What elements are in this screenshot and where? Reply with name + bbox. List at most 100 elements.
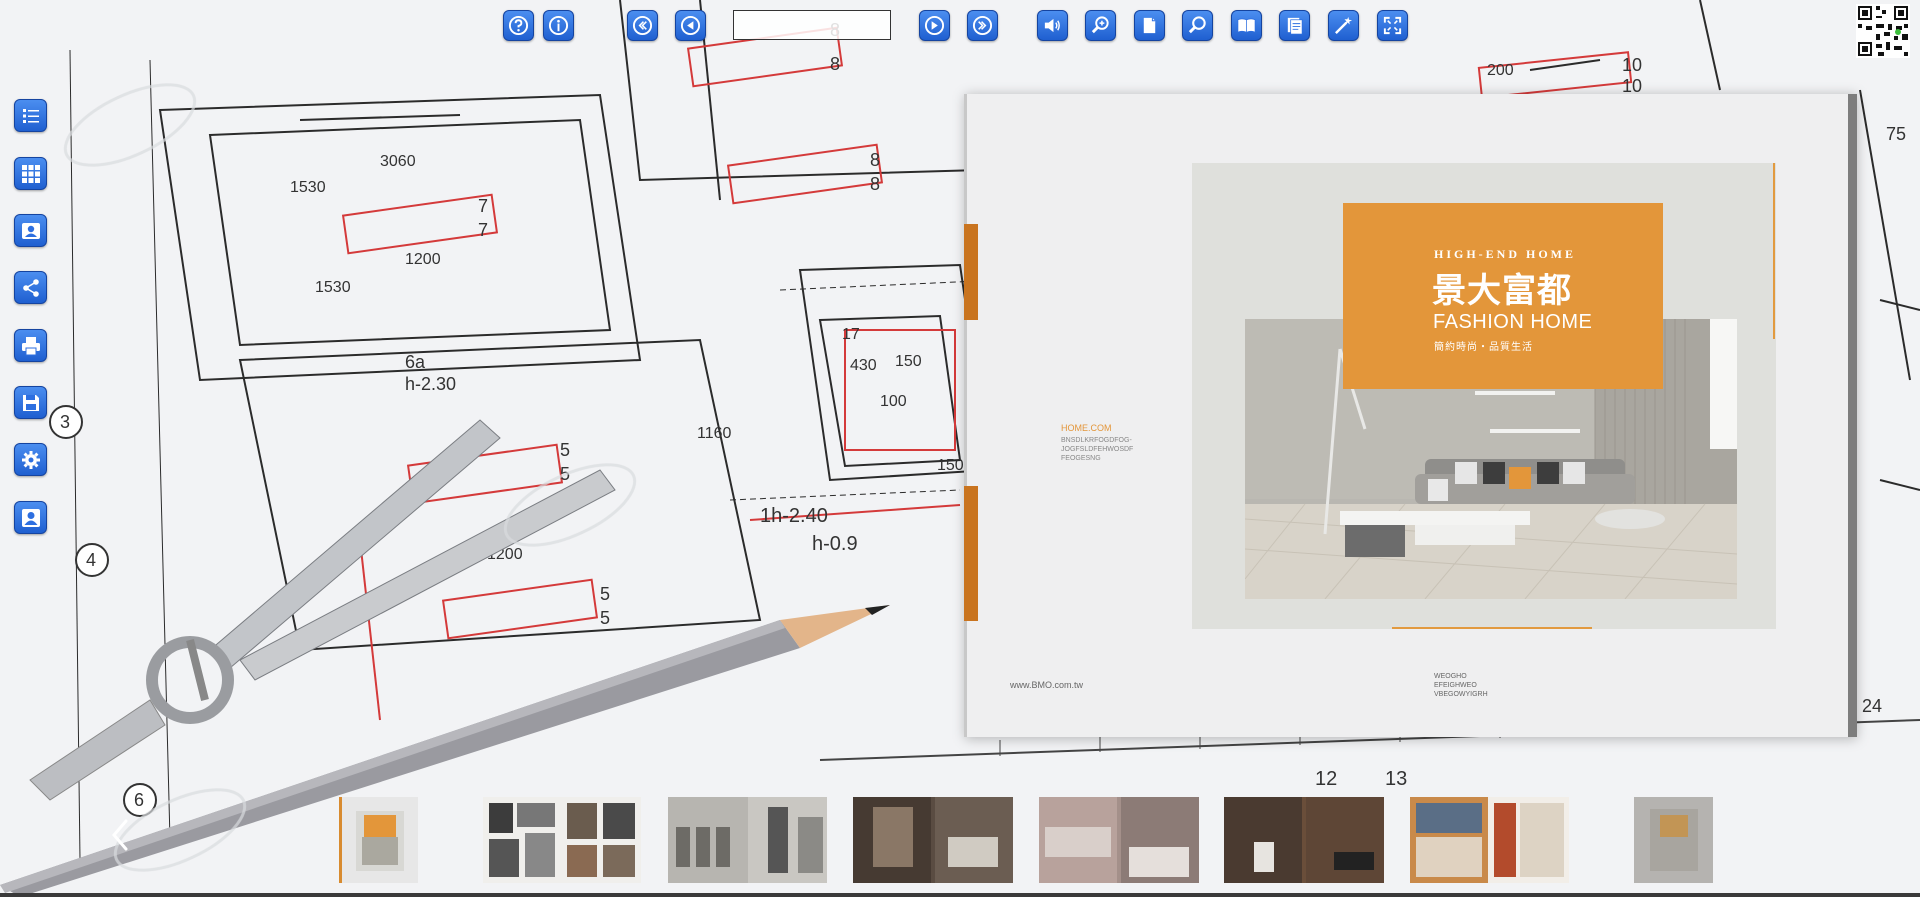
svg-text:17: 17 xyxy=(842,326,860,343)
filler-text-block: BNSDLKRFOGDFOG- JOGFSLDFEHWOSDF FEOGESNG xyxy=(1061,436,1133,463)
svg-text:5: 5 xyxy=(600,608,610,628)
bottom-edge-bar xyxy=(0,893,1920,897)
fullscreen-button[interactable] xyxy=(1377,10,1408,41)
svg-text:3: 3 xyxy=(60,412,70,432)
settings-button[interactable] xyxy=(14,443,47,476)
search-button[interactable] xyxy=(1182,10,1213,41)
svg-text:150: 150 xyxy=(937,457,964,474)
previous-page-icon xyxy=(680,15,701,36)
zoom-in-icon xyxy=(1091,16,1109,34)
thumbnail-page-12-13[interactable] xyxy=(1410,797,1569,883)
thumbnail-kitchen-image xyxy=(1039,797,1199,883)
svg-text:1160: 1160 xyxy=(697,425,732,442)
magic-wand-icon xyxy=(1335,16,1353,34)
sound-button[interactable] xyxy=(1037,10,1068,41)
cover-subtitle: HIGH-END HOME xyxy=(1434,247,1577,261)
cover-title-en: FASHION HOME xyxy=(1433,311,1593,333)
text-mode-button[interactable] xyxy=(1279,10,1310,41)
share-button[interactable] xyxy=(14,271,47,304)
cover-title: 景大富都 xyxy=(1432,272,1572,310)
svg-text:5: 5 xyxy=(560,440,570,460)
double-page-button[interactable] xyxy=(1231,10,1262,41)
website-url: www.BMO.com.tw xyxy=(1010,680,1084,690)
single-page-button[interactable] xyxy=(1134,10,1165,41)
svg-text:10: 10 xyxy=(1622,55,1642,75)
thumbnail-page-6-7[interactable] xyxy=(853,797,1013,883)
info-icon xyxy=(548,15,569,36)
footer-line: VBEGOWYIGRH xyxy=(1434,691,1488,698)
svg-text:100: 100 xyxy=(880,393,907,410)
svg-text:1530: 1530 xyxy=(315,279,351,296)
thumbnail-page-4-5[interactable] xyxy=(668,797,827,883)
search-icon xyxy=(1188,16,1206,34)
svg-text:12: 12 xyxy=(1315,768,1337,790)
thumbnail-back-cover-image xyxy=(1634,797,1713,883)
svg-text:10: 10 xyxy=(1622,76,1642,96)
about-button[interactable] xyxy=(543,10,574,41)
thumbnail-cover-image xyxy=(342,797,418,883)
svg-text:4: 4 xyxy=(86,550,96,570)
document-list-icon xyxy=(1287,17,1303,35)
user-button[interactable] xyxy=(14,501,47,534)
contact-card-icon xyxy=(21,222,40,239)
zoom-in-button[interactable] xyxy=(1085,10,1116,41)
svg-text:24: 24 xyxy=(1862,696,1882,716)
thumbnail-living-room-image xyxy=(853,797,1013,883)
thumbnail-bathroom-image xyxy=(1224,797,1384,883)
qr-code-image[interactable] xyxy=(1856,4,1910,58)
thumbnail-page-1[interactable] xyxy=(339,797,418,883)
svg-text:h-0.9: h-0.9 xyxy=(812,533,858,555)
last-page-icon xyxy=(972,15,993,36)
svg-text:h-2.30: h-2.30 xyxy=(405,374,456,394)
next-page-icon xyxy=(924,15,945,36)
svg-text:3060: 3060 xyxy=(380,153,416,170)
first-page-button[interactable] xyxy=(627,10,658,41)
svg-text:75: 75 xyxy=(1886,124,1906,144)
download-pdf-button[interactable] xyxy=(14,386,47,419)
home-com-label: HOME.COM xyxy=(1061,423,1112,433)
help-button[interactable] xyxy=(503,10,534,41)
svg-text:150: 150 xyxy=(895,353,922,370)
first-page-icon xyxy=(632,15,653,36)
svg-text:8: 8 xyxy=(870,174,880,194)
svg-text:5: 5 xyxy=(600,584,610,604)
print-button[interactable] xyxy=(14,329,47,362)
previous-arrow-icon[interactable] xyxy=(106,815,136,855)
cover-tagline: 簡約時尚・品質生活 xyxy=(1434,342,1533,353)
contact-button[interactable] xyxy=(14,214,47,247)
thumbnail-page-8-9[interactable] xyxy=(1039,797,1199,883)
thumbnail-page-10-11[interactable] xyxy=(1224,797,1384,883)
auto-flip-button[interactable] xyxy=(1328,10,1359,41)
accent-line-bottom xyxy=(1392,627,1592,629)
accent-line-right xyxy=(1773,163,1775,339)
footer-line: EFEIGHWEO xyxy=(1434,682,1477,689)
svg-text:8: 8 xyxy=(830,54,840,74)
next-page-button[interactable] xyxy=(919,10,950,41)
table-of-contents-button[interactable] xyxy=(14,99,47,132)
thumbnail-page-2-3[interactable] xyxy=(483,797,641,883)
page-edge-left-bottom xyxy=(964,486,978,621)
thumbnails-button[interactable] xyxy=(14,157,47,190)
share-icon xyxy=(22,278,39,297)
svg-text:13: 13 xyxy=(1385,768,1407,790)
open-book-icon xyxy=(1237,18,1256,33)
svg-text:7: 7 xyxy=(478,196,488,216)
svg-text:1200: 1200 xyxy=(405,251,441,268)
svg-text:6a: 6a xyxy=(405,352,426,372)
thumbnail-page-14[interactable] xyxy=(1634,797,1713,883)
svg-text:430: 430 xyxy=(850,357,877,374)
last-page-button[interactable] xyxy=(967,10,998,41)
previous-page-button[interactable] xyxy=(675,10,706,41)
fullscreen-icon xyxy=(1383,16,1402,35)
gear-icon xyxy=(21,450,40,469)
filler-line: JOGFSLDFEHWOSDF xyxy=(1061,446,1134,453)
footer-text-block: WEOGHO EFEIGHWEO VBEGOWYIGRH xyxy=(1434,672,1488,699)
footer-line: WEOGHO xyxy=(1434,673,1467,680)
svg-text:1530: 1530 xyxy=(290,179,326,196)
list-icon xyxy=(22,108,39,123)
page-number-input[interactable] xyxy=(733,10,891,40)
save-icon xyxy=(22,394,39,411)
thumbnail-interior-image xyxy=(483,797,641,883)
svg-text:1h-2.40: 1h-2.40 xyxy=(760,505,828,527)
printer-icon xyxy=(21,336,40,355)
